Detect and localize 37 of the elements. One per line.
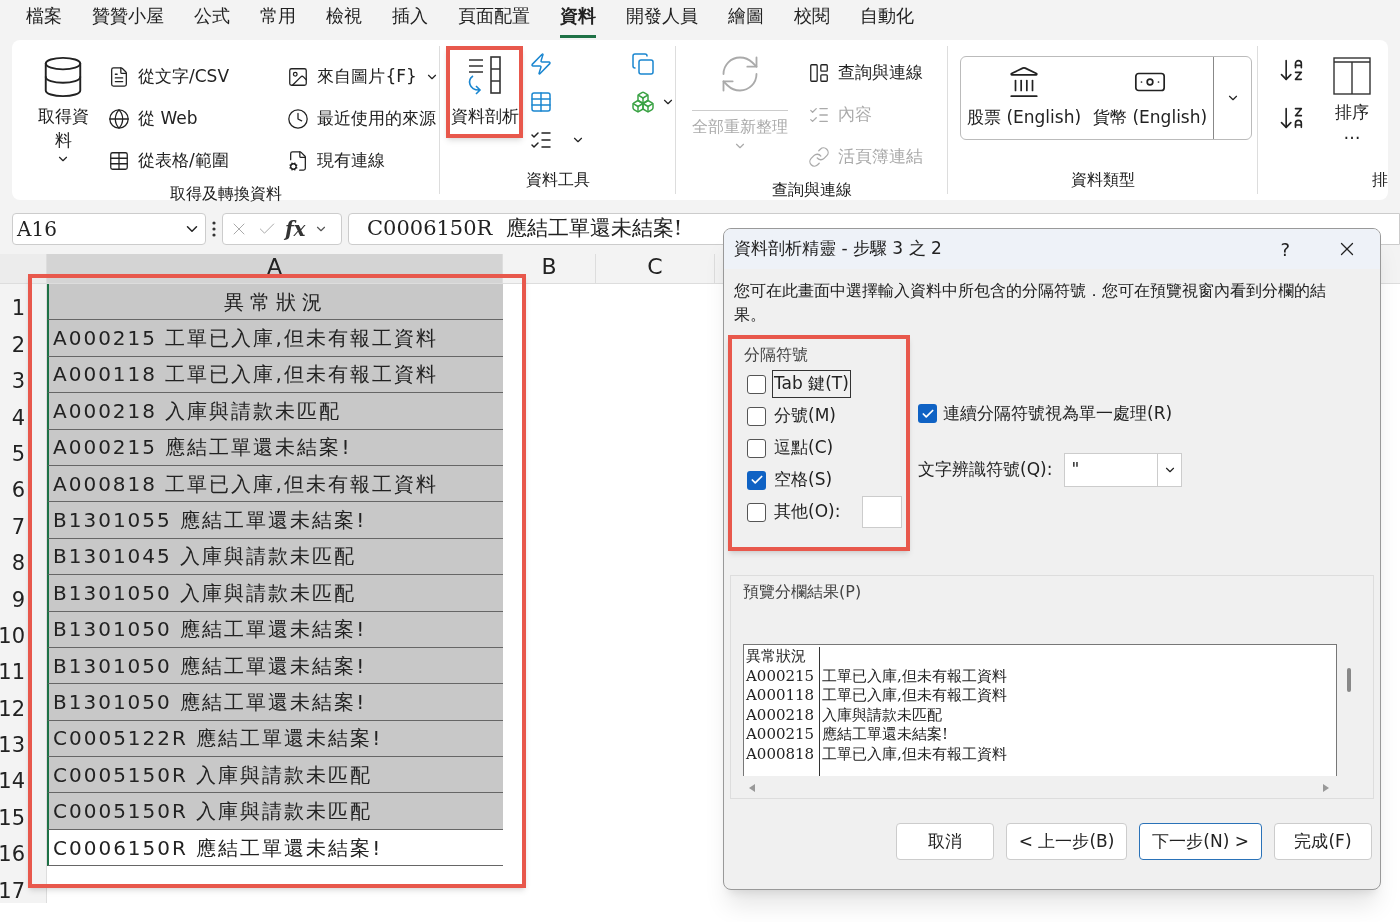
table-cell: C0006150R 應結工單還未結案! [47,829,503,867]
table-cell: C0005122R 應結工單還未結案! [47,720,503,758]
table-cell: A000215 應結工單還未結案! [47,429,503,466]
group-label: 分隔符號 [743,344,809,366]
preview-cell: 工單已入庫,但未有報工資料 [822,744,1007,765]
qualifier-label: 文字辨識符號(Q): [918,457,1053,481]
table-cell: C0005150R 入庫與請款未匹配 [47,757,503,794]
table-cell: B1301050 入庫與請款未匹配 [47,575,503,612]
preview-cell-text: 入庫與請款未匹配 [822,705,943,726]
group-label: 取得及轉換資料 [168,183,283,205]
table-cell: A000818 工單已入庫,但未有報工資料 [47,465,503,503]
table-cell: A000218 入庫與請款未匹配 [47,393,503,430]
dialog-title: 資料剖析精靈 - 步驟 3 之 2 [734,237,943,261]
table-cell: B1301050 應結工單還未結案! [47,611,503,648]
preview-cell-text: A000818 [746,744,816,765]
table-cell: B1301050 應結工單還未結案! [47,647,503,685]
group-label: 預覽分欄結果(P) [743,581,863,603]
preview-cell-text: A000218 [746,705,816,726]
preview-cell-text: A000215 [746,725,816,745]
table-cell: A000215 工單已入庫,但未有報工資料 [47,320,503,357]
table-cell: B1301055 應結工單還未結案! [47,502,503,539]
preview-cell-text: 應結工單還未結案! [822,725,950,745]
group-label: 排 [1372,169,1388,191]
table-cell: 異常狀況 [47,284,503,321]
preview-cell: 工單已入庫,但未有報工資料 [822,666,1007,687]
table-cell: A000118 工單已入庫,但未有報工資料 [47,356,503,394]
preview-cell: 工單已入庫,但未有報工資料 [822,686,1007,706]
table-cell: B1301045 入庫與請款未匹配 [47,538,503,576]
group-label: 資料工具 [524,169,591,191]
preview-cell-text: A000118 [746,686,816,706]
table-cell: C0005150R 入庫與請款未匹配 [47,793,503,830]
group-label: 資料類型 [1069,169,1136,191]
preview-cell-text: 異常狀況 [746,647,807,667]
group-label: 查詢與連線 [770,179,853,201]
description: 您可在此畫面中選擇輸入資料中所包含的分隔符號．您可在預覽視窗內看到分欄的結果。 [733,280,1327,326]
table-cell: B1301050 應結工單還未結案! [47,684,503,721]
preview-cell-text: A000215 [746,666,816,687]
